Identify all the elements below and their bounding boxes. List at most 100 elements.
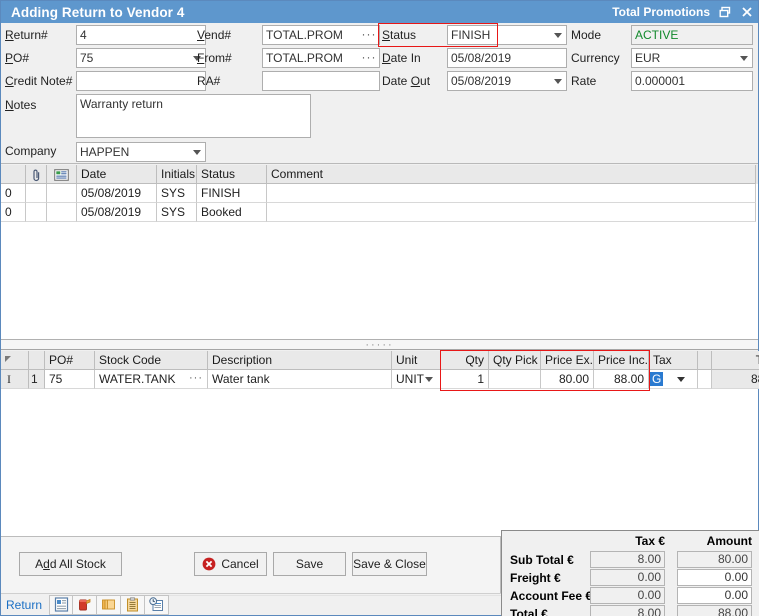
line-col-header-qty_pick[interactable]: Qty Pick [489, 351, 541, 370]
line-cell-po[interactable]: 75 [45, 370, 95, 389]
hist-cell-attach[interactable] [26, 203, 47, 222]
close-icon[interactable] [736, 1, 758, 23]
line-col-header-po[interactable]: PO# [45, 351, 95, 370]
copy-pages-icon[interactable] [97, 595, 121, 615]
restore-window-icon[interactable] [714, 1, 736, 23]
credit-note-no-input[interactable] [76, 71, 206, 91]
label-po-no: PO# [5, 51, 29, 65]
hist-cell-num[interactable]: 0 [1, 203, 26, 222]
status-tab-return[interactable]: Return [1, 598, 49, 612]
line-cell-qty[interactable]: 1 [441, 370, 489, 389]
line-cell-total[interactable]: 88.00 [712, 370, 759, 389]
hist-cell-comment[interactable] [267, 184, 756, 203]
label-vend-no: Vend# [197, 28, 231, 42]
totals-tax-field: 0.00 [590, 569, 665, 586]
status-history-grid: DateInitialsStatusComment 0 05/08/2019SYS… [1, 165, 758, 340]
red-paint-can-icon[interactable] [73, 595, 97, 615]
hist-cell-attach[interactable] [26, 184, 47, 203]
status-select[interactable]: FINISH [447, 25, 567, 45]
window-title: Adding Return to Vendor 4 [1, 5, 185, 20]
from-no-input[interactable]: TOTAL.PROM ··· [262, 48, 380, 68]
chevron-down-icon[interactable] [735, 49, 752, 67]
currency-select[interactable]: EUR [631, 48, 753, 68]
line-cell-idx[interactable]: 1 [29, 370, 45, 389]
save-and-close-button[interactable]: Save & Close [352, 552, 427, 576]
line-col-header-description[interactable]: Description [208, 351, 392, 370]
stock-code-lookup-ellipsis-icon[interactable]: ··· [189, 370, 203, 387]
line-item-row[interactable]: I175WATER.TANK···Water tankUNIT180.0088.… [1, 370, 758, 389]
hist-cell-note[interactable] [47, 203, 77, 222]
hist-cell-status[interactable]: FINISH [197, 184, 267, 203]
chevron-down-icon[interactable] [549, 72, 566, 90]
line-cell-price_inc[interactable]: 88.00 [594, 370, 649, 389]
line-col-header-sel[interactable] [1, 351, 29, 370]
chevron-down-icon[interactable] [677, 377, 685, 382]
line-col-header-pad[interactable] [698, 351, 712, 370]
po-no-select[interactable]: 75 [76, 48, 206, 68]
hist-cell-comment[interactable] [267, 203, 756, 222]
hist-cell-date[interactable]: 05/08/2019 [77, 203, 157, 222]
tax-code-select[interactable]: G [650, 371, 685, 387]
hist-col-header-num[interactable] [1, 165, 26, 184]
form-document-icon[interactable] [49, 595, 73, 615]
grid-splitter[interactable]: ····· [1, 340, 758, 350]
line-cell-tax[interactable]: G [649, 370, 698, 389]
line-cell-stock_code[interactable]: WATER.TANK··· [95, 370, 208, 389]
notes-textarea[interactable]: Warranty return [76, 94, 311, 138]
label-currency: Currency [571, 51, 620, 65]
lines-header-row: PO#Stock CodeDescriptionUnitQtyQty PickP… [1, 351, 758, 370]
line-col-header-stock_code[interactable]: Stock Code [95, 351, 208, 370]
line-cell-qty_pick[interactable] [489, 370, 541, 389]
line-cell-sel[interactable]: I [1, 370, 29, 389]
line-col-header-price_ex[interactable]: Price Ex. [541, 351, 594, 370]
chevron-down-icon[interactable] [188, 143, 205, 161]
save-button[interactable]: Save [273, 552, 346, 576]
line-col-header-total[interactable]: Total [712, 351, 759, 370]
line-cell-pad[interactable] [698, 370, 712, 389]
totals-amount-field[interactable]: 0.00 [677, 587, 752, 604]
browse-from-ellipsis-icon[interactable]: ··· [361, 49, 377, 67]
hist-col-header-attach[interactable] [26, 165, 47, 184]
hist-cell-status[interactable]: Booked [197, 203, 267, 222]
return-no-input[interactable]: 4 [76, 25, 206, 45]
company-select[interactable]: HAPPEN [76, 142, 206, 162]
clipboard-icon[interactable] [121, 595, 145, 615]
hist-col-header-date[interactable]: Date [77, 165, 157, 184]
hist-col-header-comment[interactable]: Comment [267, 165, 756, 184]
date-in-input[interactable]: 05/08/2019 [447, 48, 567, 68]
return-to-vendor-window: Adding Return to Vendor 4 Total Promotio… [0, 0, 759, 616]
hist-cell-num[interactable]: 0 [1, 184, 26, 203]
hist-cell-date[interactable]: 05/08/2019 [77, 184, 157, 203]
cancel-button[interactable]: Cancel [194, 552, 267, 576]
row-cursor-indicator: I [7, 372, 11, 386]
hist-cell-initials[interactable]: SYS [157, 184, 197, 203]
save-and-close-label: Save & Close [353, 557, 426, 571]
hist-col-header-note[interactable] [47, 165, 77, 184]
chevron-down-icon[interactable] [549, 26, 566, 44]
rate-input[interactable]: 0.000001 [631, 71, 753, 91]
line-col-header-tax[interactable]: Tax [649, 351, 698, 370]
label-notes: Notes [5, 98, 36, 112]
history-document-icon[interactable] [145, 595, 169, 615]
line-col-header-idx[interactable] [29, 351, 45, 370]
line-col-header-unit[interactable]: Unit [392, 351, 441, 370]
browse-vend-ellipsis-icon[interactable]: ··· [361, 26, 377, 44]
totals-amount-field[interactable]: 0.00 [677, 569, 752, 586]
date-out-select[interactable]: 05/08/2019 [447, 71, 567, 91]
hist-cell-initials[interactable]: SYS [157, 203, 197, 222]
line-col-header-qty[interactable]: Qty [441, 351, 489, 370]
add-all-stock-button[interactable]: Add All Stock [19, 552, 122, 576]
chevron-down-icon[interactable] [425, 377, 433, 382]
table-row[interactable]: 0 05/08/2019SYSBooked [1, 203, 758, 222]
hist-col-header-initials[interactable]: Initials [157, 165, 197, 184]
line-col-header-price_inc[interactable]: Price Inc. [594, 351, 649, 370]
vend-no-input[interactable]: TOTAL.PROM ··· [262, 25, 380, 45]
line-cell-unit[interactable]: UNIT [392, 370, 441, 389]
line-cell-description[interactable]: Water tank [208, 370, 392, 389]
sort-corner-icon[interactable] [5, 356, 11, 362]
ra-no-input[interactable] [262, 71, 380, 91]
hist-col-header-status[interactable]: Status [197, 165, 267, 184]
table-row[interactable]: 0 05/08/2019SYSFINISH [1, 184, 758, 203]
line-cell-price_ex[interactable]: 80.00 [541, 370, 594, 389]
hist-cell-note[interactable] [47, 184, 77, 203]
